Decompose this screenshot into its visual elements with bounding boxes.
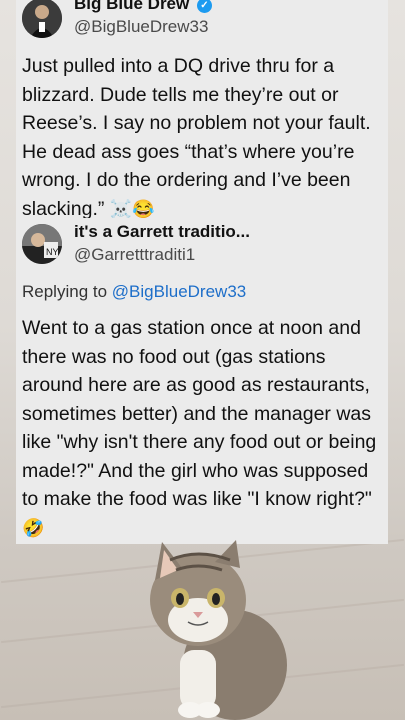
author-name[interactable]: Big Blue Drew ✓ bbox=[74, 0, 212, 14]
cat-image bbox=[150, 540, 287, 720]
tweet-text: Just pulled into a DQ drive thru for a b… bbox=[22, 55, 371, 220]
avatar[interactable] bbox=[22, 0, 62, 38]
reply-text: Went to a gas station once at noon and t… bbox=[22, 317, 377, 538]
reply-author-name[interactable]: it's a Garrett traditio... bbox=[74, 222, 250, 242]
rofl-emoji: 🤣 bbox=[22, 517, 45, 538]
author-handle[interactable]: @BigBlueDrew33 bbox=[74, 17, 208, 37]
skull-laugh-emoji: ☠️😂 bbox=[109, 198, 155, 219]
replying-to-line: Replying to @BigBlueDrew33 bbox=[22, 282, 247, 301]
reply-author-handle[interactable]: @Garretttraditi1 bbox=[74, 245, 195, 265]
verified-badge-icon: ✓ bbox=[196, 0, 212, 13]
avatar[interactable]: NY bbox=[22, 224, 62, 264]
mention-link[interactable]: @BigBlueDrew33 bbox=[112, 282, 246, 301]
original-tweet-card: Big Blue Drew ✓ @BigBlueDrew33 Just pull… bbox=[16, 0, 388, 222]
reply-tweet-card: NY it's a Garrett traditio... @Garretttr… bbox=[16, 218, 388, 544]
svg-text:NY: NY bbox=[46, 247, 59, 257]
